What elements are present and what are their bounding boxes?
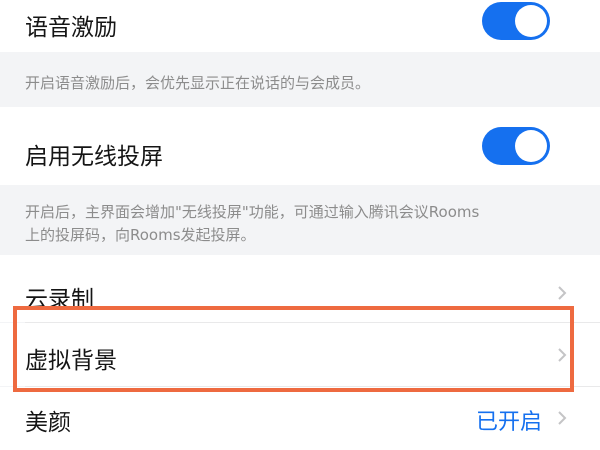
voice-motivation-row: 语音激励: [0, 0, 600, 52]
toggle-knob: [515, 5, 547, 37]
voice-motivation-description: 开启语音激励后，会优先显示正在说话的与会成员。: [25, 74, 371, 92]
chevron-right-icon: [558, 348, 567, 362]
wireless-cast-description-area: 开启后，主界面会增加"无线投屏"功能，可通过输入腾讯会议Rooms 上的投屏码，…: [0, 185, 600, 255]
beauty-status: 已开启: [475, 410, 542, 435]
virtual-background-row[interactable]: 虚拟背景: [0, 323, 600, 386]
cloud-record-row[interactable]: 云录制: [0, 255, 600, 322]
chevron-right-icon: [558, 411, 567, 425]
virtual-background-label: 虚拟背景: [25, 348, 117, 374]
beauty-row[interactable]: 美颜 已开启: [0, 387, 600, 450]
chevron-right-icon: [558, 286, 567, 300]
voice-motivation-description-area: 开启语音激励后，会优先显示正在说话的与会成员。: [0, 52, 600, 107]
cloud-record-label: 云录制: [25, 287, 94, 313]
voice-motivation-toggle[interactable]: [482, 2, 550, 40]
toggle-knob: [515, 130, 547, 162]
wireless-cast-description: 开启后，主界面会增加"无线投屏"功能，可通过输入腾讯会议Rooms 上的投屏码，…: [25, 201, 580, 247]
voice-motivation-label: 语音激励: [25, 15, 117, 41]
wireless-cast-description-line2: 上的投屏码，向Rooms发起投屏。: [25, 226, 256, 244]
beauty-label: 美颜: [25, 410, 71, 436]
wireless-cast-toggle[interactable]: [482, 127, 550, 165]
wireless-cast-label: 启用无线投屏: [25, 144, 163, 170]
wireless-cast-row: 启用无线投屏: [0, 107, 600, 185]
wireless-cast-description-line1: 开启后，主界面会增加"无线投屏"功能，可通过输入腾讯会议Rooms: [25, 203, 480, 221]
